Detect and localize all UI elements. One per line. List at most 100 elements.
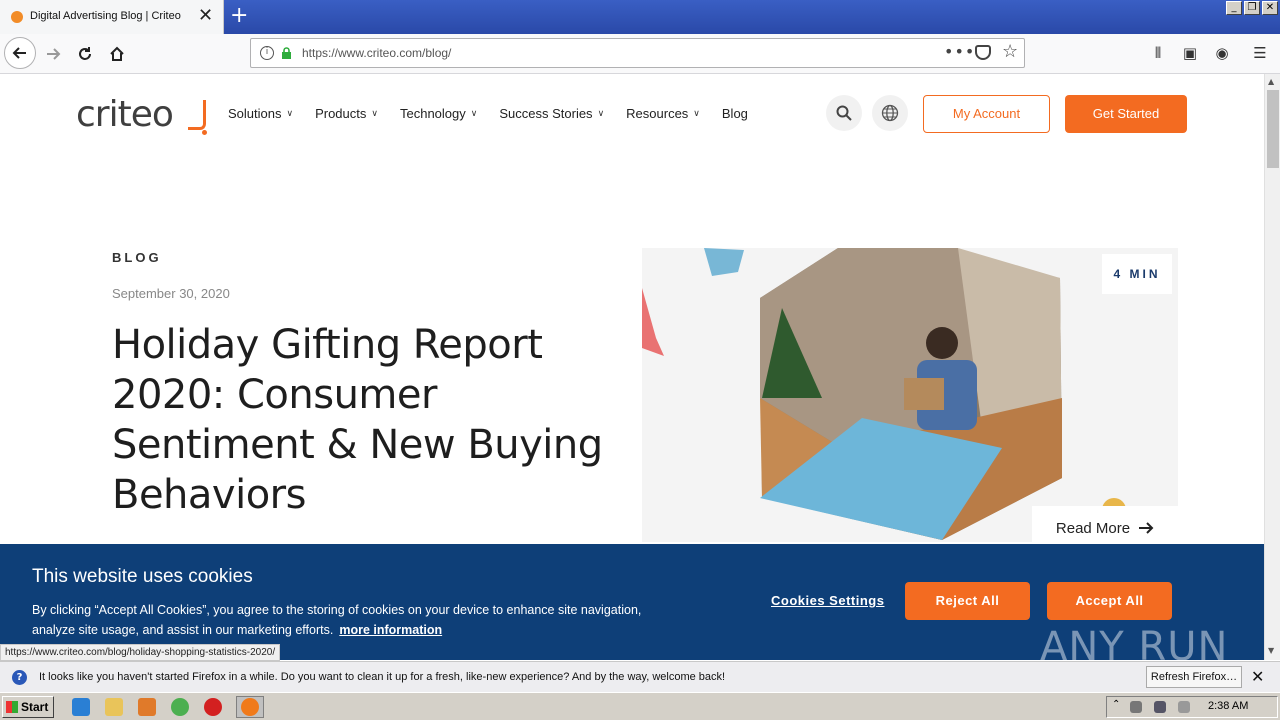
home-icon [110,46,124,61]
article-hero-image[interactable] [642,248,1178,542]
nav-label: Products [315,106,367,121]
restore-button[interactable]: ❐ [1244,1,1260,15]
favicon-icon [11,11,23,23]
page-scrollbar[interactable]: ▲ ▼ [1264,74,1280,660]
logo-text: criteo [76,94,174,135]
tab-title: Digital Advertising Blog | Criteo [30,10,181,22]
scroll-down-icon[interactable]: ▼ [1268,646,1274,655]
sidebar-icon[interactable]: ▣ [1180,43,1200,63]
media-player-icon[interactable] [138,698,156,716]
search-icon [836,105,852,121]
nav-products[interactable]: Products ∨ [315,106,378,121]
home-button[interactable] [102,39,132,69]
account-icon[interactable]: ◉ [1212,43,1232,63]
scroll-up-icon[interactable]: ▲ [1268,77,1274,86]
notification-bar: ? It looks like you haven't started Fire… [0,661,1280,692]
nav-resources[interactable]: Resources ∨ [626,106,700,121]
start-button[interactable]: Start [2,696,54,718]
chevron-down-icon: ∨ [693,108,700,118]
nav-label: Success Stories [499,106,593,121]
nav-label: Technology [399,106,466,121]
tray-expand-icon[interactable]: ⌃ [1112,699,1120,717]
hero-illustration [642,248,1126,540]
back-button[interactable] [4,37,36,69]
volume-icon[interactable] [1130,701,1142,713]
url-bar[interactable]: i https://www.criteo.com/blog/ ••• ☆ [250,38,1025,68]
action-center-icon[interactable] [1178,701,1190,713]
chevron-down-icon: ∨ [286,108,294,118]
chrome-icon[interactable] [171,698,189,716]
language-button[interactable] [872,95,908,131]
forward-button[interactable] [38,39,68,69]
start-label: Start [21,700,49,714]
status-url: https://www.criteo.com/blog/holiday-shop… [0,644,281,661]
library-icon[interactable]: ⫴ [1148,43,1168,63]
question-icon: ? [12,670,27,685]
arrow-left-icon [12,47,26,59]
clock[interactable]: 2:38 AM [1208,700,1248,712]
ie-icon[interactable] [72,698,90,716]
chevron-down-icon: ∨ [371,108,378,118]
network-icon[interactable] [1154,701,1166,713]
cookie-title: This website uses cookies [32,566,253,587]
my-account-button[interactable]: My Account [923,95,1050,133]
new-tab-icon[interactable]: + [230,4,248,28]
web-page: criteo Solutions ∨ Products ∨ Technology ∨ … [0,74,1264,660]
nav-success-stories[interactable]: Success Stories ∨ [499,106,604,121]
bookmark-star-icon[interactable]: ☆ [1002,41,1018,62]
window-controls: _ ❐ ✕ [1226,1,1278,15]
chevron-down-icon: ∨ [597,108,605,118]
reload-icon [79,47,91,60]
info-icon[interactable]: i [260,46,274,60]
nav-blog[interactable]: Blog [722,106,748,121]
nav-label: Resources [626,106,689,121]
close-tab-icon[interactable]: ✕ [198,6,213,26]
browser-tab[interactable]: Digital Advertising Blog | Criteo ✕ [0,0,224,34]
url-text[interactable]: https://www.criteo.com/blog/ [302,46,451,60]
browser-toolbar: i https://www.criteo.com/blog/ ••• ☆ ⫴ ▣… [0,34,1280,74]
logo-mark [188,100,206,130]
more-information-link[interactable]: more information [339,623,442,637]
firefox-icon [241,698,259,716]
nav-label: Blog [721,106,748,121]
notification-message: It looks like you haven't started Firefo… [39,671,726,683]
arrow-right-icon [1139,522,1154,534]
read-time-badge: 4 MIN [1102,254,1172,294]
nav-label: Solutions [228,106,282,121]
lock-icon [282,47,291,59]
globe-icon [881,104,899,122]
main-nav: Solutions ∨ Products ∨ Technology ∨ Success… [228,106,770,121]
nav-solutions[interactable]: Solutions ∨ [228,106,293,121]
menu-icon[interactable]: ☰ [1250,43,1270,63]
search-button[interactable] [826,95,862,131]
browser-titlebar: Digital Advertising Blog | Criteo ✕ + _ … [0,0,1280,34]
logo-dot [202,130,207,135]
get-started-button[interactable]: Get Started [1065,95,1187,133]
windows-flag-icon [6,701,18,713]
reject-all-button[interactable]: Reject All [905,582,1030,620]
anyrun-watermark: ANY RUN [1040,624,1229,660]
minimize-button[interactable]: _ [1226,1,1242,15]
cookies-settings-button[interactable]: Cookies Settings [771,593,884,608]
close-window-button[interactable]: ✕ [1262,1,1278,15]
reload-button[interactable] [70,39,100,69]
article-kicker: BLOG [112,250,162,265]
chevron-down-icon: ∨ [470,108,478,118]
cookie-body: By clicking “Accept All Cookies”, you ag… [32,603,642,637]
pocket-icon[interactable] [975,45,991,60]
criteo-logo[interactable]: criteo [76,94,207,135]
page-actions-icon[interactable]: ••• [944,42,975,61]
opera-icon[interactable] [204,698,222,716]
nav-technology[interactable]: Technology ∨ [400,106,477,121]
refresh-firefox-button[interactable]: Refresh Firefox… [1146,666,1242,688]
arrow-right-icon [47,48,61,60]
accept-all-button[interactable]: Accept All [1047,582,1172,620]
cookie-text: By clicking “Accept All Cookies”, you ag… [32,600,652,640]
explorer-icon[interactable] [105,698,123,716]
close-notification-icon[interactable]: ✕ [1251,667,1264,686]
scrollbar-thumb[interactable] [1267,90,1279,168]
cookie-banner: This website uses cookies By clicking “A… [0,544,1264,660]
read-more-label: Read More [1055,519,1131,537]
article-date: September 30, 2020 [112,286,230,301]
article-title[interactable]: Holiday Gifting Report 2020: Consumer Se… [112,320,612,520]
